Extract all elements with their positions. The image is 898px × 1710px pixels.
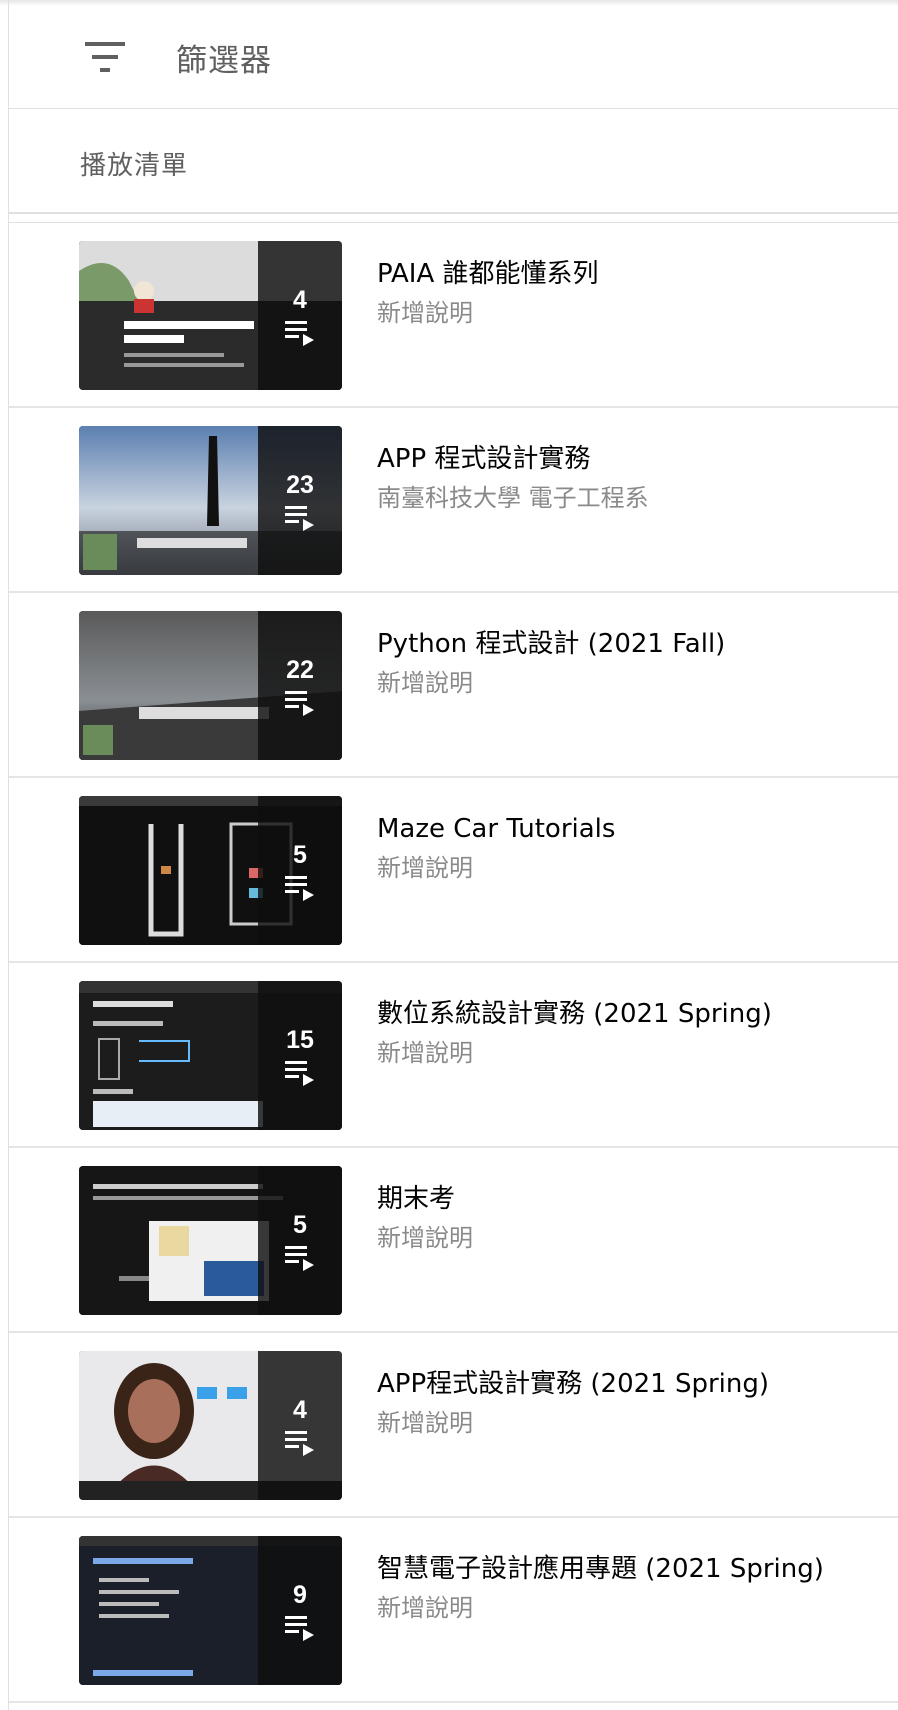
playlist-thumbnail[interactable]: 9 <box>79 1536 342 1685</box>
playlist-meta: APP 程式設計實務 南臺科技大學 電子工程系 <box>377 442 649 515</box>
playlist-icon <box>285 1430 314 1456</box>
playlist-thumbnail[interactable]: 4 <box>79 1351 342 1500</box>
section-label: 播放清單 <box>80 151 189 181</box>
playlist-meta: 期末考 新增說明 <box>377 1182 473 1255</box>
playlist-meta: 數位系統設計實務 (2021 Spring) 新增說明 <box>377 997 772 1070</box>
video-count: 4 <box>293 1395 307 1424</box>
playlist-description[interactable]: 新增說明 <box>377 296 599 330</box>
playlist-title[interactable]: 數位系統設計實務 (2021 Spring) <box>377 997 772 1031</box>
playlist-title[interactable]: APP 程式設計實務 <box>377 442 649 476</box>
playlist-title[interactable]: 期末考 <box>377 1182 473 1216</box>
playlist-thumbnail[interactable]: 22 <box>79 611 342 760</box>
playlist-thumbnail[interactable]: 5 <box>79 1166 342 1315</box>
playlist-item[interactable]: 23 APP 程式設計實務 南臺科技大學 電子工程系 <box>9 408 898 593</box>
playlist-thumbnail[interactable]: 15 <box>79 981 342 1130</box>
playlist-overlay: 9 <box>258 1536 342 1685</box>
playlist-icon <box>285 505 314 531</box>
playlist-overlay: 22 <box>258 611 342 760</box>
filter-bar[interactable]: 篩選器 <box>9 0 898 109</box>
playlist-icon <box>285 1615 314 1641</box>
playlist-title[interactable]: APP程式設計實務 (2021 Spring) <box>377 1367 769 1401</box>
playlist-description[interactable]: 新增說明 <box>377 1221 473 1255</box>
playlist-thumbnail[interactable]: 23 <box>79 426 342 575</box>
playlist-item[interactable]: 4 APP程式設計實務 (2021 Spring) 新增說明 <box>9 1333 898 1518</box>
playlist-description[interactable]: 新增說明 <box>377 851 615 885</box>
playlist-title[interactable]: Python 程式設計 (2021 Fall) <box>377 627 725 661</box>
playlist-description[interactable]: 南臺科技大學 電子工程系 <box>377 481 649 515</box>
playlist-title[interactable]: Maze Car Tutorials <box>377 812 615 846</box>
playlist-icon <box>285 875 314 901</box>
playlist-overlay: 23 <box>258 426 342 575</box>
playlist-description[interactable]: 新增說明 <box>377 1036 772 1070</box>
playlist-icon <box>285 690 314 716</box>
playlist-overlay: 4 <box>258 241 342 390</box>
playlist-item[interactable]: 15 數位系統設計實務 (2021 Spring) 新增說明 <box>9 963 898 1148</box>
playlist-icon <box>285 1060 314 1086</box>
playlist-title[interactable]: 智慧電子設計應用專題 (2021 Spring) <box>377 1552 824 1586</box>
section-header: 播放清單 <box>9 109 898 214</box>
filter-icon[interactable] <box>85 42 125 72</box>
playlist-meta: 智慧電子設計應用專題 (2021 Spring) 新增說明 <box>377 1552 824 1625</box>
playlist-thumbnail[interactable]: 5 <box>79 796 342 945</box>
playlist-description[interactable]: 新增說明 <box>377 1591 824 1625</box>
playlist-item[interactable]: 5 Maze Car Tutorials 新增說明 <box>9 778 898 963</box>
playlist-meta: APP程式設計實務 (2021 Spring) 新增說明 <box>377 1367 769 1440</box>
video-count: 23 <box>286 470 314 499</box>
playlist-overlay: 15 <box>258 981 342 1130</box>
playlist-item[interactable]: 5 期末考 新增說明 <box>9 1148 898 1333</box>
playlist-meta: Python 程式設計 (2021 Fall) 新增說明 <box>377 627 725 700</box>
playlist-thumbnail[interactable]: 4 <box>79 241 342 390</box>
playlist-item[interactable]: 9 智慧電子設計應用專題 (2021 Spring) 新增說明 <box>9 1518 898 1703</box>
playlist-overlay: 4 <box>258 1351 342 1500</box>
playlist-icon <box>285 1245 314 1271</box>
playlist-list: 4 PAIA 誰都能懂系列 新增說明 23 APP 程式設計實務 南臺科技大學 … <box>9 222 898 1703</box>
playlist-icon <box>285 320 314 346</box>
playlist-meta: PAIA 誰都能懂系列 新增說明 <box>377 257 599 330</box>
video-count: 15 <box>286 1025 314 1054</box>
playlist-title[interactable]: PAIA 誰都能懂系列 <box>377 257 599 291</box>
video-count: 5 <box>293 1210 307 1239</box>
filter-label[interactable]: 篩選器 <box>176 35 272 80</box>
playlist-overlay: 5 <box>258 796 342 945</box>
playlist-item[interactable]: 4 PAIA 誰都能懂系列 新增說明 <box>9 223 898 408</box>
playlist-description[interactable]: 新增說明 <box>377 666 725 700</box>
video-count: 9 <box>293 1580 307 1609</box>
video-count: 22 <box>286 655 314 684</box>
playlist-overlay: 5 <box>258 1166 342 1315</box>
playlist-item[interactable]: 22 Python 程式設計 (2021 Fall) 新增說明 <box>9 593 898 778</box>
video-count: 4 <box>293 285 307 314</box>
playlist-description[interactable]: 新增說明 <box>377 1406 769 1440</box>
playlist-meta: Maze Car Tutorials 新增說明 <box>377 812 615 885</box>
video-count: 5 <box>293 840 307 869</box>
